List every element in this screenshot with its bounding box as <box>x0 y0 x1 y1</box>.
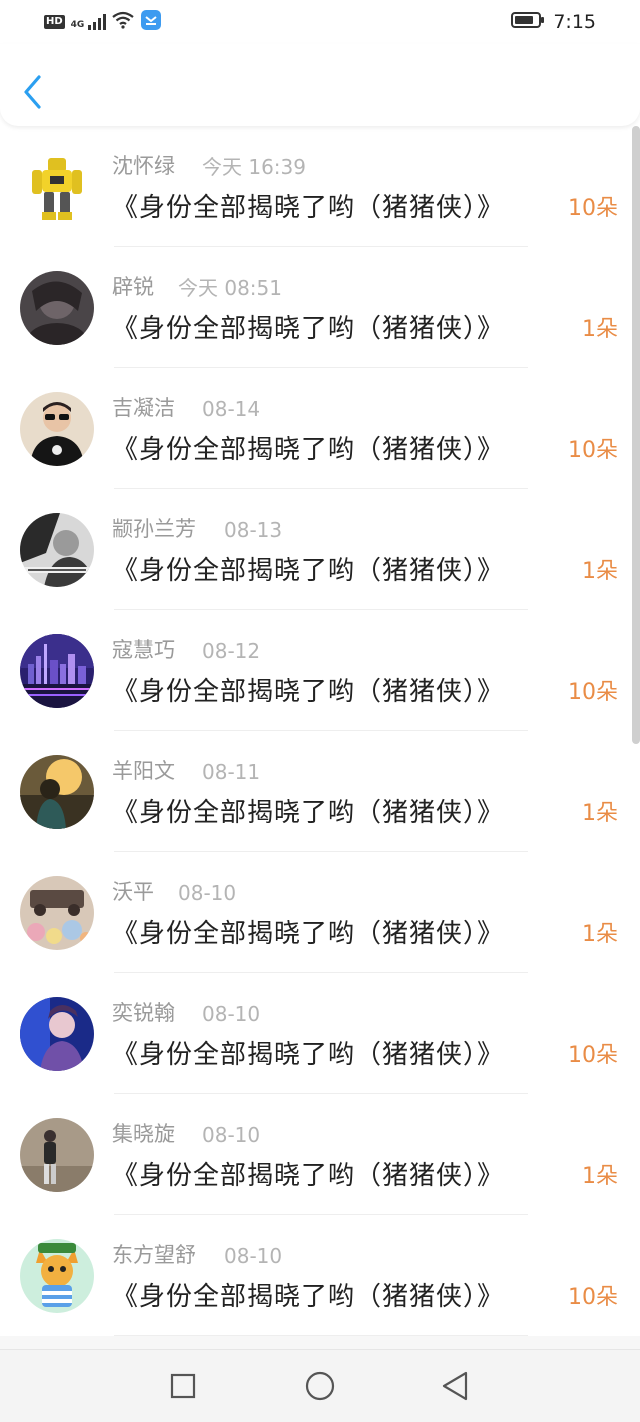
flower-count: 10朵 <box>568 1043 618 1068</box>
send-date: 08-11 <box>202 760 261 784</box>
system-nav-bar <box>0 1349 640 1422</box>
work-title: 《身份全部揭晓了哟（猪猪侠）》 <box>112 1161 505 1191</box>
cartoon-cat-avatar <box>20 1239 94 1313</box>
home-button[interactable] <box>302 1368 338 1404</box>
blue-portrait-avatar <box>20 997 94 1071</box>
list-item[interactable]: 奕锐翰 08-10 《身份全部揭晓了哟（猪猪侠）》 10朵 <box>0 973 640 1094</box>
list-item[interactable]: 吉凝洁 08-14 《身份全部揭晓了哟（猪猪侠）》 10朵 <box>0 368 640 489</box>
flower-count: 1朵 <box>582 317 618 342</box>
scrollbar[interactable] <box>632 126 640 744</box>
user-name: 沃平 <box>112 880 154 904</box>
work-title: 《身份全部揭晓了哟（猪猪侠）》 <box>112 193 505 223</box>
status-indicators: HD 4G <box>44 10 162 34</box>
list-item[interactable]: 颛孙兰芳 08-13 《身份全部揭晓了哟（猪猪侠）》 1朵 <box>0 489 640 610</box>
flower-count: 10朵 <box>568 196 618 221</box>
list-item[interactable]: 沈怀绿 今天 16:39 《身份全部揭晓了哟（猪猪侠）》 10朵 <box>0 126 640 247</box>
user-name: 奕锐翰 <box>112 1001 175 1025</box>
work-title: 《身份全部揭晓了哟（猪猪侠）》 <box>112 556 505 586</box>
send-date: 08-10 <box>202 1002 261 1026</box>
flower-count: 10朵 <box>568 1285 618 1310</box>
clock: 7:15 <box>553 11 596 33</box>
signal-icon: 4G <box>71 14 107 30</box>
work-title: 《身份全部揭晓了哟（猪猪侠）》 <box>112 798 505 828</box>
city-night-avatar <box>20 634 94 708</box>
send-date: 08-10 <box>202 1123 261 1147</box>
send-date: 今天 16:39 <box>202 155 306 179</box>
status-bar: HD 4G 7:15 <box>0 0 640 44</box>
dark-portrait-avatar <box>20 271 94 345</box>
back-button[interactable] <box>18 72 48 112</box>
hd-badge: HD <box>44 15 65 29</box>
flower-count: 10朵 <box>568 438 618 463</box>
battery-icon <box>511 11 545 33</box>
send-date: 08-14 <box>202 397 261 421</box>
user-name: 东方望舒 <box>112 1243 196 1267</box>
user-name: 羊阳文 <box>112 759 175 783</box>
nav-back-button[interactable] <box>437 1368 473 1404</box>
recent-apps-icon <box>170 1373 196 1399</box>
home-icon <box>305 1371 335 1401</box>
work-title: 《身份全部揭晓了哟（猪猪侠）》 <box>112 435 505 465</box>
sunglasses-avatar <box>20 392 94 466</box>
work-title: 《身份全部揭晓了哟（猪猪侠）》 <box>112 919 505 949</box>
walking-person-avatar <box>20 1118 94 1192</box>
user-name: 寇慧巧 <box>112 638 175 662</box>
flower-count: 1朵 <box>582 1164 618 1189</box>
user-name: 沈怀绿 <box>112 154 175 178</box>
user-name: 颛孙兰芳 <box>112 517 196 541</box>
list-item[interactable]: 羊阳文 08-11 《身份全部揭晓了哟（猪猪侠）》 1朵 <box>0 731 640 852</box>
chevron-left-icon <box>24 75 41 109</box>
work-title: 《身份全部揭晓了哟（猪猪侠）》 <box>112 314 505 344</box>
work-title: 《身份全部揭晓了哟（猪猪侠）》 <box>112 1040 505 1070</box>
sunset-avatar <box>20 755 94 829</box>
list-item[interactable]: 寇慧巧 08-12 《身份全部揭晓了哟（猪猪侠）》 10朵 <box>0 610 640 731</box>
network-type-label: 4G <box>70 20 85 30</box>
back-icon <box>442 1371 468 1401</box>
user-name: 集晓旋 <box>112 1122 175 1146</box>
flower-record-list[interactable]: 沈怀绿 今天 16:39 《身份全部揭晓了哟（猪猪侠）》 10朵 辟锐 今天 0… <box>0 126 640 1350</box>
send-date: 今天 08:51 <box>178 276 282 300</box>
send-date: 08-13 <box>224 518 283 542</box>
recent-apps-button[interactable] <box>165 1368 201 1404</box>
send-date: 08-12 <box>202 639 261 663</box>
wifi-icon <box>112 11 135 33</box>
flower-count: 1朵 <box>582 922 618 947</box>
list-item[interactable]: 沃平 08-10 《身份全部揭晓了哟（猪猪侠）》 1朵 <box>0 852 640 973</box>
list-item[interactable]: 东方望舒 08-10 《身份全部揭晓了哟（猪猪侠）》 10朵 <box>0 1215 640 1336</box>
bokeh-car-avatar <box>20 876 94 950</box>
robot-avatar <box>20 150 94 224</box>
header <box>0 44 640 126</box>
status-right: 7:15 <box>511 10 596 34</box>
send-date: 08-10 <box>224 1244 283 1268</box>
send-date: 08-10 <box>178 881 237 905</box>
work-title: 《身份全部揭晓了哟（猪猪侠）》 <box>112 1282 505 1312</box>
divider <box>114 1335 528 1336</box>
user-name: 辟锐 <box>112 275 154 299</box>
list-item[interactable]: 辟锐 今天 08:51 《身份全部揭晓了哟（猪猪侠）》 1朵 <box>0 247 640 368</box>
flower-count: 1朵 <box>582 559 618 584</box>
list-inner: 沈怀绿 今天 16:39 《身份全部揭晓了哟（猪猪侠）》 10朵 辟锐 今天 0… <box>0 126 640 1336</box>
user-name: 吉凝洁 <box>112 396 175 420</box>
bw-photo-avatar <box>20 513 94 587</box>
list-item[interactable]: 集晓旋 08-10 《身份全部揭晓了哟（猪猪侠）》 1朵 <box>0 1094 640 1215</box>
app-notification-icon <box>140 9 162 35</box>
flower-count: 1朵 <box>582 801 618 826</box>
work-title: 《身份全部揭晓了哟（猪猪侠）》 <box>112 677 505 707</box>
flower-count: 10朵 <box>568 680 618 705</box>
